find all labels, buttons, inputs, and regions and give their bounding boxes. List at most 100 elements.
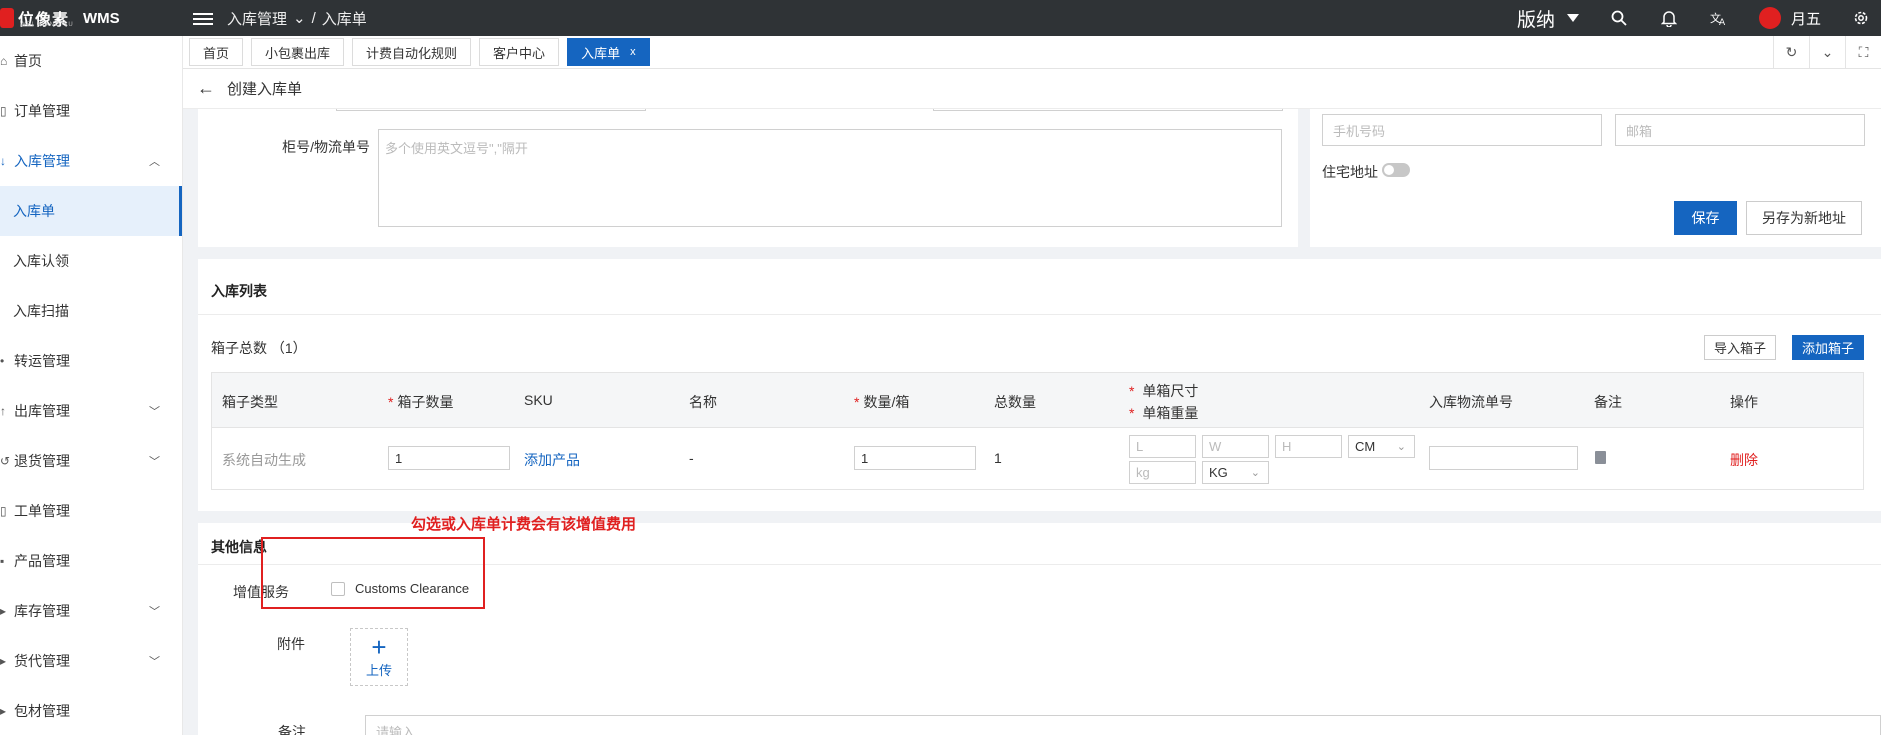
weight-input[interactable]: kg bbox=[1129, 461, 1196, 484]
sidebar-item-label: 出库管理 bbox=[14, 403, 70, 419]
chevron-down-icon: ⌄ bbox=[293, 10, 306, 27]
cell-total-qty: 1 bbox=[994, 450, 1002, 466]
user-name[interactable]: 月五 bbox=[1791, 8, 1821, 29]
delete-link[interactable]: 删除 bbox=[1730, 450, 1758, 470]
save-new-address-button[interactable]: 另存为新地址 bbox=[1746, 201, 1862, 235]
sidebar-item-home[interactable]: ⌂ 首页 bbox=[0, 36, 182, 86]
document-icon[interactable] bbox=[1595, 451, 1606, 464]
basic-info-card: 柜号/物流单号 多个使用英文逗号","隔开 bbox=[198, 109, 1298, 247]
import-boxes-button[interactable]: 导入箱子 bbox=[1704, 335, 1776, 360]
tab-customer-center[interactable]: 客户中心 bbox=[479, 38, 560, 66]
add-product-link[interactable]: 添加产品 bbox=[524, 450, 580, 470]
tracking-input[interactable] bbox=[1429, 446, 1578, 470]
sidebar-item-label: 产品管理 bbox=[14, 553, 70, 569]
upload-button[interactable]: + 上传 bbox=[350, 628, 408, 686]
chevron-up-icon: ︿ bbox=[149, 156, 160, 168]
sidebar-item-label: 入库管理 bbox=[14, 153, 70, 169]
sidebar-item-outbound[interactable]: ↑ 出库管理 ﹀ bbox=[0, 386, 182, 436]
tab-billing-rules[interactable]: 计费自动化规则 bbox=[352, 38, 472, 66]
sidebar-item-packaging[interactable]: ▸ 包材管理 bbox=[0, 686, 182, 735]
caret-down-icon bbox=[1566, 14, 1579, 22]
bell-icon[interactable] bbox=[1659, 8, 1679, 28]
translate-icon[interactable]: 文A bbox=[1709, 8, 1729, 28]
upper-field-left[interactable] bbox=[336, 109, 646, 111]
residential-toggle[interactable] bbox=[1382, 163, 1410, 177]
size-unit-select[interactable]: CM ⌄ bbox=[1348, 435, 1415, 458]
gear-icon[interactable] bbox=[1851, 8, 1871, 28]
table-header: 箱子类型 * 箱子数量 SKU 名称 * 数量/箱 总数量 * 单箱尺寸 * 单箱重… bbox=[212, 373, 1863, 428]
save-button[interactable]: 保存 bbox=[1674, 201, 1737, 235]
sidebar-item-label: 包材管理 bbox=[14, 703, 70, 719]
sidebar-item-tickets[interactable]: ▯ 工单管理 bbox=[0, 486, 182, 536]
annotation-highlight-box bbox=[261, 537, 485, 609]
weight-unit-select[interactable]: KG ⌄ bbox=[1202, 461, 1269, 484]
language-select[interactable]: 版纳 bbox=[1517, 5, 1579, 32]
col-box-weight: * 单箱重量 bbox=[1129, 405, 1199, 421]
svg-text:A: A bbox=[1719, 18, 1726, 26]
refresh-icon[interactable]: ↻ bbox=[1773, 35, 1809, 69]
box-qty-input[interactable]: 1 bbox=[388, 446, 510, 470]
sidebar-item-inventory[interactable]: ▸ 库存管理 ﹀ bbox=[0, 586, 182, 636]
height-input[interactable]: H bbox=[1275, 435, 1342, 458]
email-input[interactable]: 邮箱 bbox=[1615, 114, 1865, 146]
sidebar-item-label: 退货管理 bbox=[14, 453, 70, 469]
page-header: ← 创建入库单 bbox=[183, 69, 1881, 109]
remark-input[interactable]: 请输入 bbox=[365, 715, 1881, 735]
container-number-input[interactable]: 多个使用英文逗号","隔开 bbox=[378, 129, 1282, 227]
tab-home[interactable]: 首页 bbox=[189, 38, 244, 66]
col-sku: SKU bbox=[524, 392, 553, 408]
return-icon: ↺ bbox=[0, 454, 11, 468]
sidebar-item-inbound-order[interactable]: 入库单 bbox=[0, 186, 182, 236]
product-icon: ▪ bbox=[0, 554, 5, 568]
chevron-down-icon[interactable]: ⌄ bbox=[1809, 35, 1845, 69]
sidebar-item-label: 转运管理 bbox=[14, 353, 70, 369]
address-card: 手机号码 邮箱 住宅地址 保存 另存为新地址 bbox=[1310, 109, 1881, 247]
tab-parcel-outbound[interactable]: 小包裹出库 bbox=[251, 38, 345, 66]
sidebar-item-transfer[interactable]: • 转运管理 bbox=[0, 336, 182, 386]
home-icon: ⌂ bbox=[0, 54, 8, 68]
sidebar-item-label: 首页 bbox=[14, 53, 42, 69]
brand-logo[interactable]: 位像素 WEI XIANG SU WMS bbox=[0, 6, 185, 30]
close-icon[interactable]: x bbox=[630, 46, 636, 58]
tab-label: 计费自动化规则 bbox=[366, 45, 458, 61]
tab-label: 入库单 bbox=[581, 45, 621, 61]
length-input[interactable]: L bbox=[1129, 435, 1196, 458]
upload-label: 上传 bbox=[365, 662, 392, 678]
package-icon: ▸ bbox=[0, 704, 7, 718]
sidebar-item-inbound-scan[interactable]: 入库扫描 bbox=[0, 286, 182, 336]
phone-input[interactable]: 手机号码 bbox=[1322, 114, 1602, 146]
sidebar-item-returns[interactable]: ↺ 退货管理 ﹀ bbox=[0, 436, 182, 486]
sidebar-item-inbound-claim[interactable]: 入库认领 bbox=[0, 236, 182, 286]
breadcrumb-item-inbound[interactable]: 入库管理 bbox=[227, 8, 287, 29]
chevron-down-icon: ﹀ bbox=[149, 456, 160, 468]
container-label: 柜号/物流单号 bbox=[282, 139, 370, 155]
upper-field-right[interactable] bbox=[933, 109, 1283, 111]
forwarder-icon: ▸ bbox=[0, 654, 7, 668]
sidebar-item-products[interactable]: ▪ 产品管理 bbox=[0, 536, 182, 586]
qty-per-box-input[interactable]: 1 bbox=[854, 446, 976, 470]
brand-subtitle: WEI XIANG SU bbox=[20, 22, 74, 28]
sidebar-item-label: 订单管理 bbox=[14, 103, 70, 119]
chevron-down-icon: ﹀ bbox=[149, 656, 160, 668]
sidebar-item-forwarder[interactable]: ▸ 货代管理 ﹀ bbox=[0, 636, 182, 686]
tab-label: 客户中心 bbox=[493, 45, 546, 61]
chevron-down-icon: ﹀ bbox=[149, 606, 160, 618]
col-box-qty: * 箱子数量 bbox=[388, 394, 454, 410]
transfer-icon: • bbox=[0, 354, 5, 368]
add-box-button[interactable]: 添加箱子 bbox=[1792, 335, 1864, 360]
search-icon[interactable] bbox=[1609, 8, 1629, 28]
menu-toggle-icon[interactable] bbox=[193, 10, 213, 26]
avatar[interactable] bbox=[1758, 7, 1781, 29]
breadcrumb: 入库管理 ⌄ / 入库单 bbox=[227, 8, 367, 29]
sidebar-item-inbound[interactable]: ↓ 入库管理 ︿ bbox=[0, 136, 182, 186]
fullscreen-icon[interactable]: ⛶ bbox=[1845, 35, 1881, 69]
sidebar-item-label: 货代管理 bbox=[14, 653, 70, 669]
inbound-list-card: 入库列表 箱子总数 （1） 导入箱子 添加箱子 箱子类型 * 箱子数量 SKU 名… bbox=[198, 259, 1881, 511]
tab-label: 小包裹出库 bbox=[265, 45, 331, 61]
width-input[interactable]: W bbox=[1202, 435, 1269, 458]
product-name: WMS bbox=[83, 9, 120, 27]
sidebar-item-orders[interactable]: ▯ 订单管理 bbox=[0, 86, 182, 136]
inbound-icon: ↓ bbox=[0, 154, 6, 168]
back-arrow-icon[interactable]: ← bbox=[197, 78, 215, 99]
tab-inbound-order[interactable]: 入库单 x bbox=[567, 38, 650, 66]
